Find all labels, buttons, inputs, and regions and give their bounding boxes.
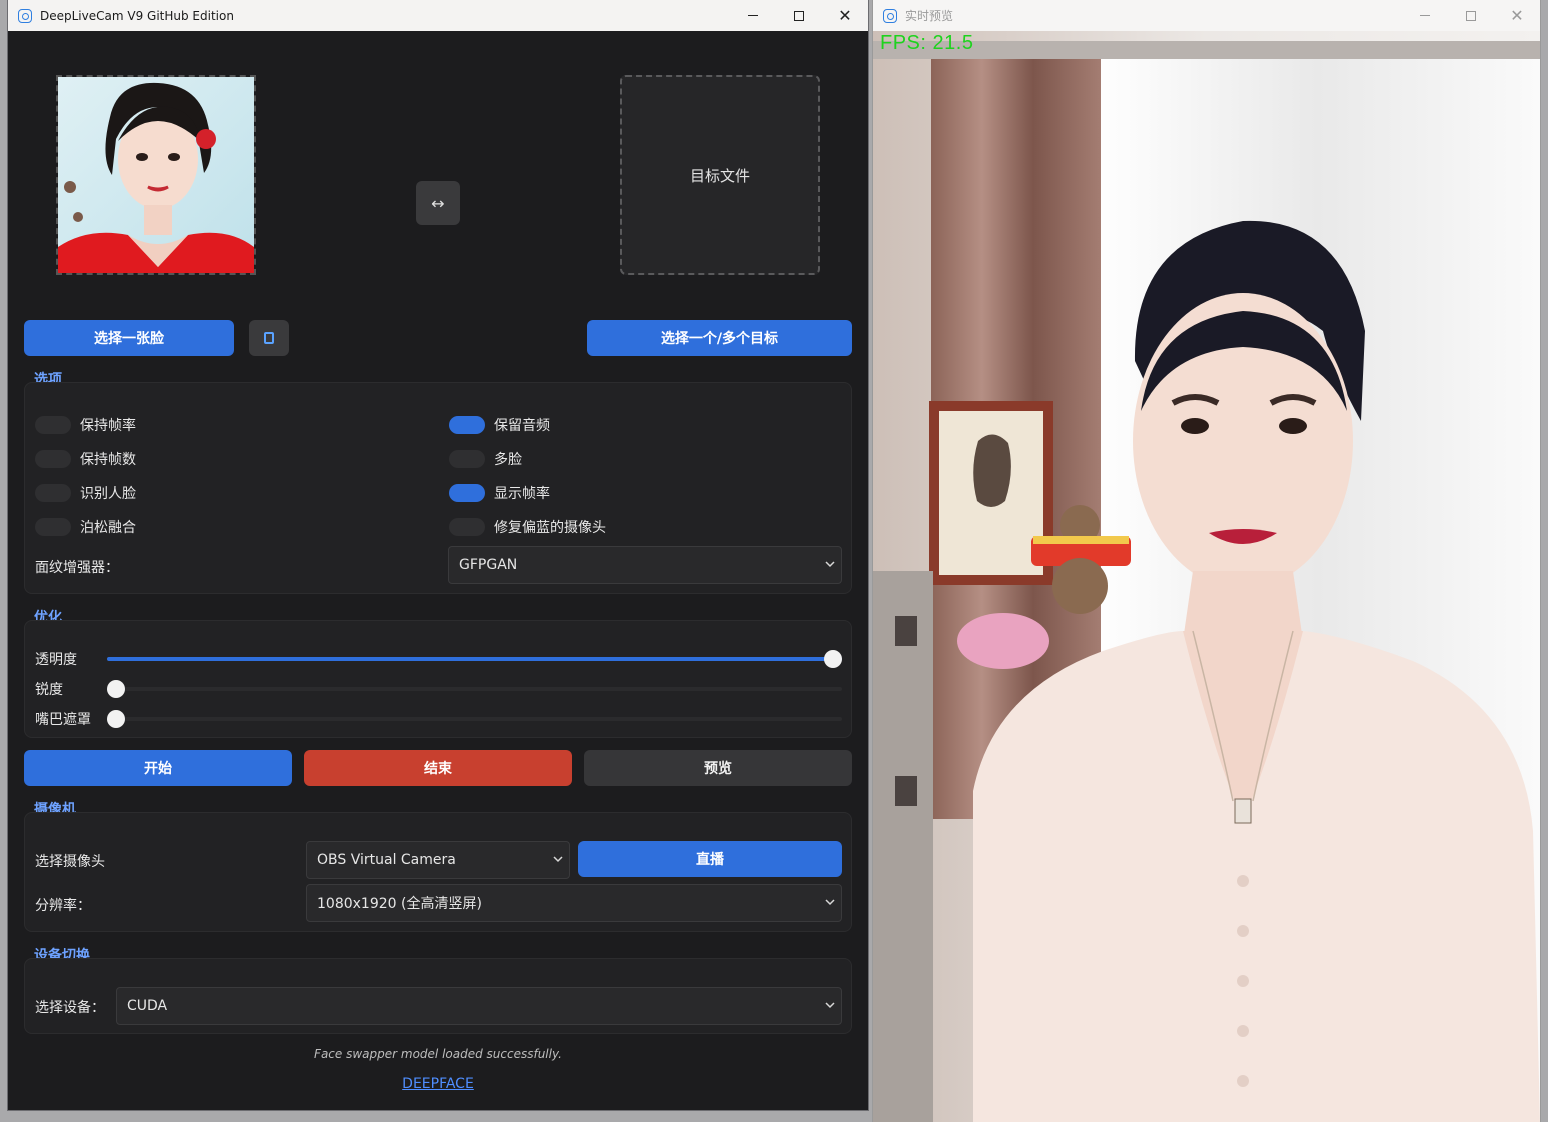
sharpness-slider-handle[interactable]	[107, 680, 125, 698]
face-gallery-button[interactable]	[249, 320, 289, 356]
minimize-icon	[1420, 15, 1430, 16]
resolution-label: 分辨率：	[35, 898, 91, 914]
app-icon	[18, 8, 32, 23]
device-select[interactable]: CUDA	[116, 987, 842, 1025]
toggle-keep-audio[interactable]	[449, 416, 485, 434]
chevron-down-icon	[825, 1002, 835, 1009]
opacity-slider-handle[interactable]	[824, 650, 842, 668]
deepface-link[interactable]: DEEPFACE	[8, 1076, 868, 1092]
toggle-fix-blue-camera[interactable]	[449, 518, 485, 536]
toggle-keep-fps[interactable]	[35, 416, 71, 434]
preview-button[interactable]: 预览	[584, 750, 852, 786]
keep-frames-label: 保持帧数	[80, 452, 136, 468]
preview-scene-illustration	[873, 31, 1540, 1122]
resolution-select[interactable]: 1080x1920 (全高清竖屏)	[306, 884, 842, 922]
toggle-show-fps[interactable]	[449, 484, 485, 502]
chevron-down-icon	[825, 561, 835, 568]
toggle-keep-frames[interactable]	[35, 450, 71, 468]
many-faces-label: 多脸	[494, 452, 522, 468]
optimize-panel: 透明度 锐度 嘴巴遮罩	[24, 620, 852, 738]
preview-window-title: 实时预览	[905, 9, 954, 23]
device-value: CUDA	[127, 998, 168, 1014]
preview-title-bar: 实时预览 ✕	[873, 0, 1540, 31]
target-placeholder-label: 目标文件	[689, 166, 750, 185]
gallery-icon	[264, 332, 274, 344]
keep-audio-label: 保留音频	[494, 418, 550, 434]
preview-maximize-button[interactable]	[1448, 0, 1494, 31]
minimize-button[interactable]	[730, 0, 776, 31]
start-button[interactable]: 开始	[24, 750, 292, 786]
enhancer-value: GFPGAN	[459, 557, 518, 573]
opacity-slider[interactable]	[107, 650, 842, 668]
status-message: Face swapper model loaded successfully.	[314, 1047, 562, 1061]
sharpness-label: 锐度	[35, 682, 63, 698]
opacity-slider-fill	[107, 657, 842, 661]
fix-blue-camera-label: 修复偏蓝的摄像头	[494, 520, 606, 536]
sharpness-slider[interactable]	[107, 680, 842, 698]
close-icon: ✕	[838, 5, 852, 25]
select-target-button[interactable]: 选择一个/多个目标	[587, 320, 852, 356]
enhancer-select[interactable]: GFPGAN	[448, 546, 842, 584]
preview-window: 实时预览 ✕ FPS: 21.5	[873, 0, 1540, 1122]
source-face-illustration	[58, 77, 254, 273]
toggle-many-faces[interactable]	[449, 450, 485, 468]
keep-fps-label: 保持帧率	[80, 418, 136, 434]
maximize-icon	[794, 10, 804, 21]
title-bar: DeepLiveCam V9 GitHub Edition ✕	[8, 0, 868, 31]
camera-value: OBS Virtual Camera	[317, 852, 456, 868]
chevron-down-icon	[553, 856, 563, 863]
chevron-down-icon	[825, 899, 835, 906]
select-device-label: 选择设备：	[35, 1000, 105, 1016]
main-window: DeepLiveCam V9 GitHub Edition ✕ ↔ 目标文件 选…	[8, 0, 868, 1110]
preview-close-button[interactable]: ✕	[1494, 0, 1540, 31]
live-button[interactable]: 直播	[578, 841, 842, 877]
fps-counter: FPS: 21.5	[880, 32, 974, 54]
poisson-blend-label: 泊松融合	[80, 520, 136, 536]
opacity-label: 透明度	[35, 652, 77, 668]
window-title: DeepLiveCam V9 GitHub Edition	[40, 8, 234, 23]
maximize-button[interactable]	[776, 0, 822, 31]
preview-minimize-button[interactable]	[1402, 0, 1448, 31]
camera-panel: 选择摄像头 OBS Virtual Camera 直播 分辨率： 1080x19…	[24, 812, 852, 932]
close-button[interactable]: ✕	[822, 0, 868, 31]
source-face-image[interactable]	[56, 75, 256, 275]
camera-select[interactable]: OBS Virtual Camera	[306, 841, 570, 879]
options-panel: 保持帧率 保持帧数 识别人脸 泊松融合 保留音频 多脸 显示帧率 修复偏蓝的摄像…	[24, 382, 852, 594]
stop-button[interactable]: 结束	[304, 750, 572, 786]
enhancer-label: 面纹增强器：	[35, 560, 119, 576]
resolution-value: 1080x1920 (全高清竖屏)	[317, 896, 482, 912]
show-fps-label: 显示帧率	[494, 486, 550, 502]
toggle-poisson-blend[interactable]	[35, 518, 71, 536]
mouth-mask-slider[interactable]	[107, 710, 842, 728]
select-camera-label: 选择摄像头	[35, 854, 105, 870]
close-icon: ✕	[1510, 6, 1524, 25]
live-preview-frame	[873, 31, 1540, 1122]
mouth-mask-label: 嘴巴遮罩	[35, 712, 91, 728]
minimize-icon	[748, 15, 758, 16]
face-detect-label: 识别人脸	[80, 486, 136, 502]
swap-faces-button[interactable]: ↔	[416, 181, 460, 225]
maximize-icon	[1466, 10, 1476, 21]
toggle-face-detect[interactable]	[35, 484, 71, 502]
select-face-button[interactable]: 选择一张脸	[24, 320, 234, 356]
preview-app-icon	[883, 8, 897, 23]
mouth-mask-slider-handle[interactable]	[107, 710, 125, 728]
device-panel: 选择设备： CUDA	[24, 958, 852, 1034]
target-file-dropzone[interactable]: 目标文件	[620, 75, 820, 275]
